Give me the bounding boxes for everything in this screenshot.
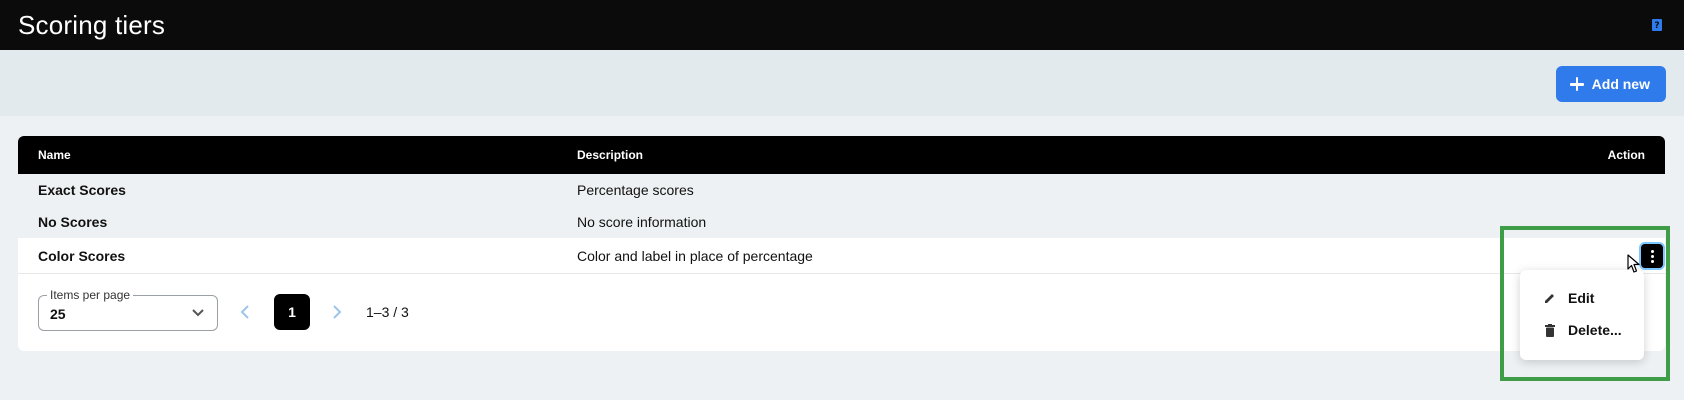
chevron-left-icon [240,305,249,319]
trash-icon [1544,323,1556,337]
menu-item-edit[interactable]: Edit [1520,282,1644,314]
menu-item-label: Delete... [1568,322,1622,338]
cell-name: No Scores [38,214,108,230]
next-page-button[interactable] [327,302,347,322]
toolbar: Add new [0,50,1684,116]
svg-text:?: ? [1654,21,1659,31]
scoring-tiers-table: Name Description Action Exact Scores Per… [18,136,1665,351]
plus-icon [1569,77,1584,91]
previous-page-button[interactable] [235,302,255,322]
items-per-page-label: Items per page [47,288,134,302]
table-row[interactable]: Color Scores Color and label in place of… [18,238,1665,274]
column-header-description[interactable]: Description [577,148,643,162]
page-title: Scoring tiers [18,9,166,40]
column-header-action: Action [1607,148,1645,162]
row-actions-menu: Edit Delete... [1520,270,1644,360]
add-new-button[interactable]: Add new [1555,66,1666,102]
add-new-label: Add new [1591,76,1650,92]
pagination-bar: Items per page 25 1 1–3 / 3 [18,273,1665,351]
menu-item-label: Edit [1568,290,1595,306]
chevron-right-icon [333,305,342,319]
cell-name: Exact Scores [38,182,126,198]
column-header-name[interactable]: Name [38,148,71,162]
mouse-cursor-icon [1627,254,1640,273]
cell-description: Percentage scores [577,182,694,198]
menu-item-delete[interactable]: Delete... [1520,314,1644,346]
chevron-down-icon [192,309,204,317]
pagination-range: 1–3 / 3 [366,304,409,320]
table-header: Name Description Action [18,136,1665,174]
app-header: Scoring tiers ? [0,0,1684,50]
table-row[interactable]: No Scores No score information [18,206,1665,238]
pencil-icon [1544,291,1556,305]
cell-description: Color and label in place of percentage [577,248,813,264]
help-book-icon[interactable]: ? [1650,18,1664,32]
items-per-page-value: 25 [50,306,66,322]
page-button-current[interactable]: 1 [274,294,310,330]
cell-name: Color Scores [38,248,126,264]
table-row[interactable]: Exact Scores Percentage scores [18,174,1665,206]
items-per-page-select[interactable]: Items per page 25 [38,288,218,331]
cell-description: No score information [577,214,707,230]
